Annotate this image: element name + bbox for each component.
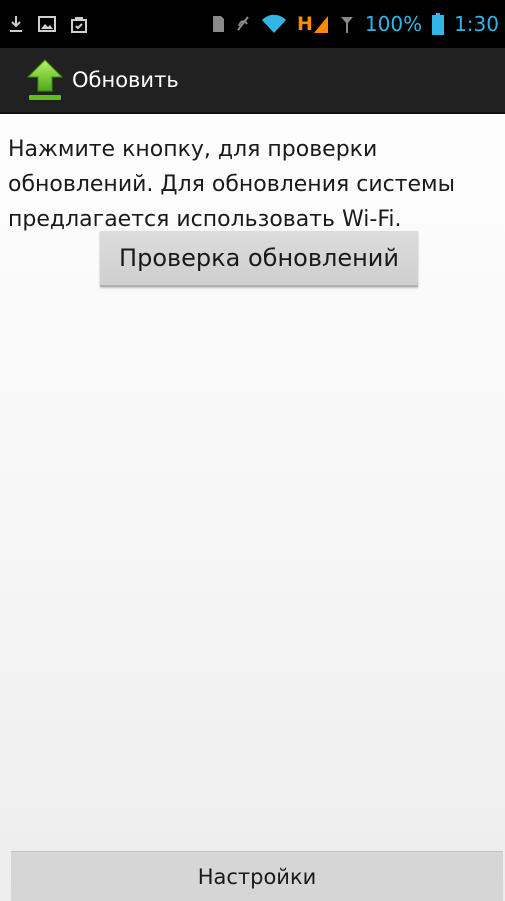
signal-icon	[339, 14, 355, 34]
image-icon	[38, 15, 56, 33]
network-type-label: H	[296, 12, 313, 35]
battery-icon	[432, 13, 445, 35]
page-title: Обновить	[72, 68, 179, 92]
shopping-bag-icon	[70, 15, 88, 33]
sd-card-icon	[211, 14, 225, 34]
notification-icons	[8, 14, 88, 34]
download-icon	[8, 14, 24, 34]
check-updates-button[interactable]: Проверка обновлений	[100, 231, 418, 287]
settings-button[interactable]: Настройки	[11, 851, 503, 901]
status-bar: H 100% 1:30	[0, 0, 505, 48]
update-arrow-icon[interactable]	[24, 57, 66, 103]
battery-percentage: 100%	[364, 12, 423, 36]
hspa-signal-icon: H	[297, 14, 329, 34]
clock: 1:30	[454, 12, 499, 36]
action-bar: Обновить	[0, 48, 505, 114]
system-icons: H 100% 1:30	[211, 13, 499, 35]
mute-icon	[235, 14, 251, 34]
wifi-icon	[261, 14, 287, 34]
update-instructions: Нажмите кнопку, для проверки обновлений.…	[8, 137, 456, 232]
